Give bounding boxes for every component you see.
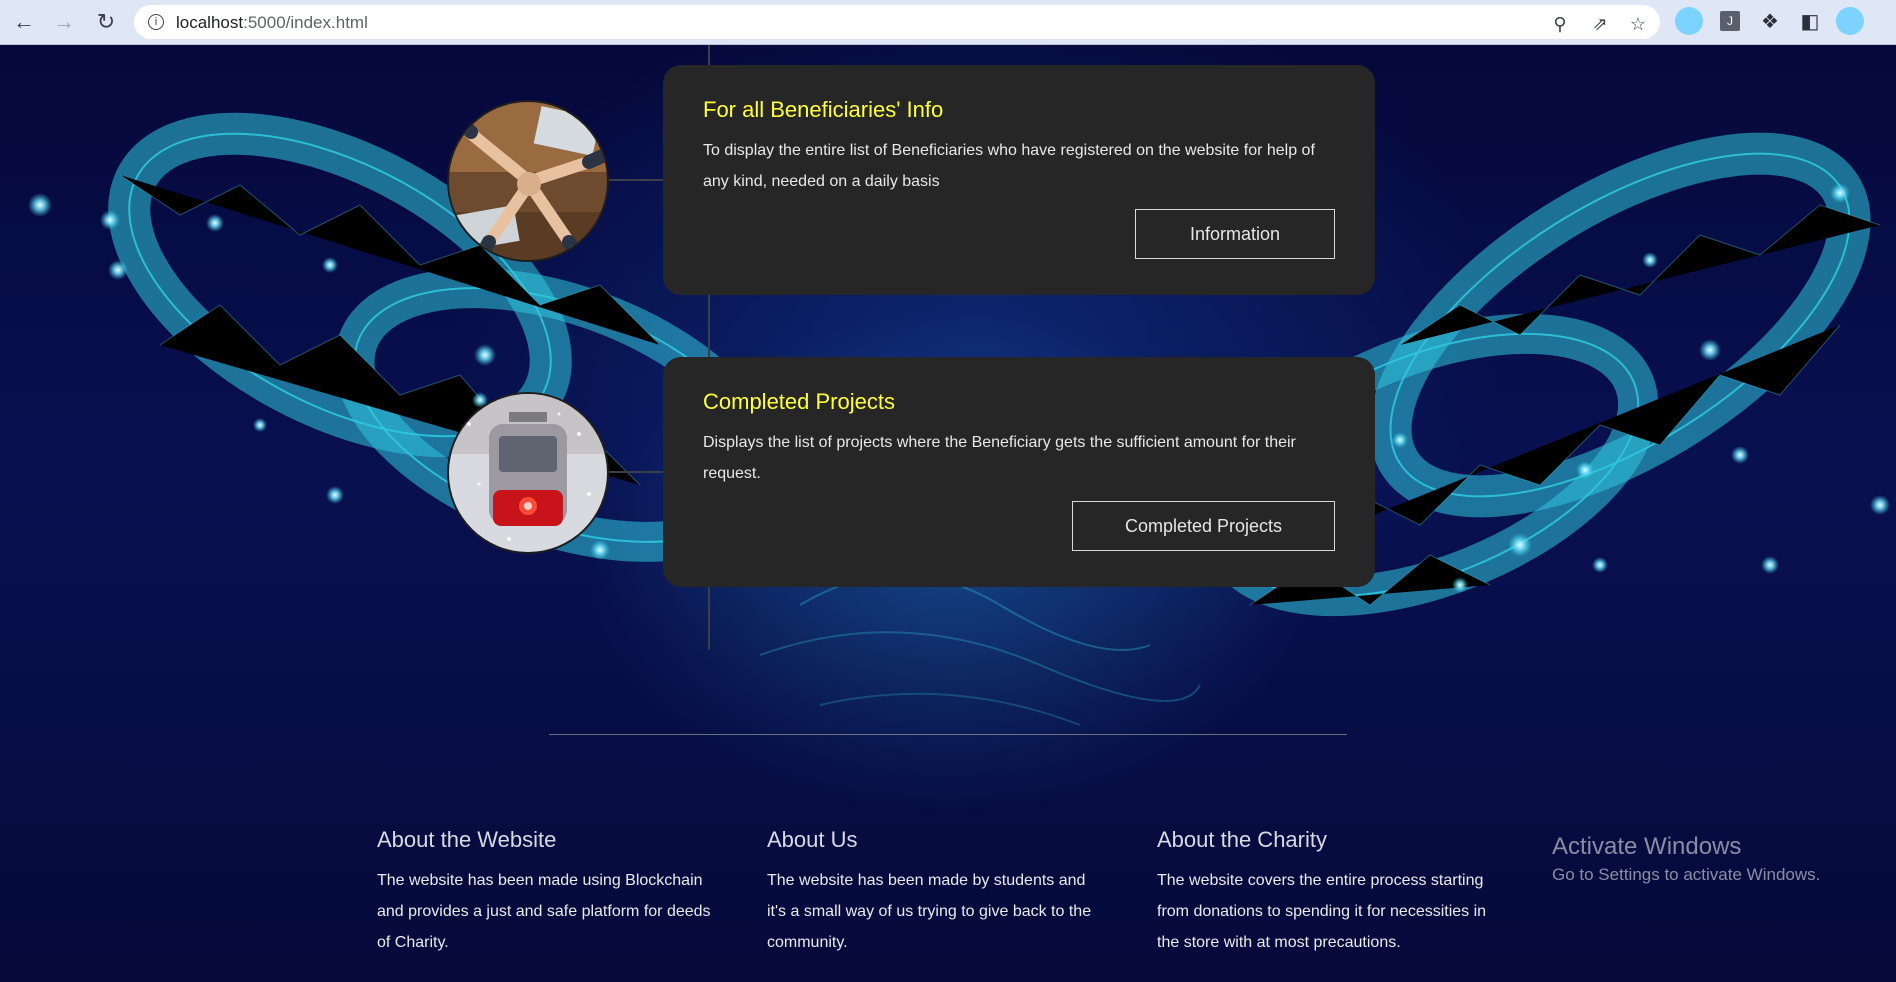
footer-text: The website has been made by students an… (767, 872, 1092, 951)
information-button[interactable]: Information (1135, 209, 1335, 259)
watermark-subtitle: Go to Settings to activate Windows. (1552, 865, 1821, 884)
share-icon[interactable]: ⇗ (1588, 12, 1612, 36)
teamwork-hands-image (447, 100, 609, 262)
extension-j-icon[interactable]: J (1716, 7, 1744, 35)
url-host: localhost (176, 13, 244, 32)
extension-avatar-icon[interactable] (1675, 7, 1703, 35)
footer-text: The website has been made using Blockcha… (377, 872, 711, 951)
footer-about-charity: About the Charity The website covers the… (1157, 827, 1512, 958)
footer-heading: About the Charity (1157, 827, 1327, 852)
footer-about-website: About the Website The website has been m… (377, 827, 712, 958)
browser-toolbar: ← → ↻ i localhost:5000/index.html ⚲ ⇗ ☆ … (0, 0, 1896, 45)
reload-icon[interactable]: ↻ (90, 6, 122, 38)
page-body: For all Beneficiaries' Info To display t… (0, 45, 1896, 982)
card-description: To display the entire list of Beneficiar… (703, 142, 1315, 190)
site-info-icon[interactable]: i (148, 14, 164, 30)
red-tram-image (447, 392, 609, 554)
section-divider (549, 734, 1347, 735)
back-arrow-icon[interactable]: ← (8, 6, 40, 38)
bookmark-star-icon[interactable]: ☆ (1626, 12, 1650, 36)
card-title: Completed Projects (703, 389, 895, 414)
footer-about-us: About Us The website has been made by st… (767, 827, 1102, 958)
url-path: :5000/index.html (243, 13, 368, 32)
footer-heading: About the Website (377, 827, 557, 852)
completed-projects-button[interactable]: Completed Projects (1072, 501, 1335, 551)
side-panel-icon[interactable]: ◧ (1796, 7, 1824, 35)
zoom-icon[interactable]: ⚲ (1548, 12, 1572, 36)
footer-heading: About Us (767, 827, 858, 852)
profile-avatar-icon[interactable] (1836, 7, 1864, 35)
completed-projects-card: Completed Projects Displays the list of … (663, 357, 1375, 587)
beneficiaries-info-card: For all Beneficiaries' Info To display t… (663, 65, 1375, 295)
footer-text: The website covers the entire process st… (1157, 872, 1487, 951)
address-bar[interactable]: i localhost:5000/index.html ⚲ ⇗ ☆ (134, 5, 1660, 39)
timeline-connector (605, 179, 663, 181)
card-description: Displays the list of projects where the … (703, 434, 1296, 482)
timeline-connector (605, 471, 663, 473)
url-text[interactable]: localhost:5000/index.html (176, 13, 368, 33)
card-title: For all Beneficiaries' Info (703, 97, 944, 122)
extensions-puzzle-icon[interactable]: ❖ (1756, 7, 1784, 35)
activate-windows-watermark: Activate Windows Go to Settings to activ… (1552, 833, 1820, 885)
watermark-title: Activate Windows (1552, 833, 1742, 860)
forward-arrow-icon[interactable]: → (48, 6, 80, 38)
